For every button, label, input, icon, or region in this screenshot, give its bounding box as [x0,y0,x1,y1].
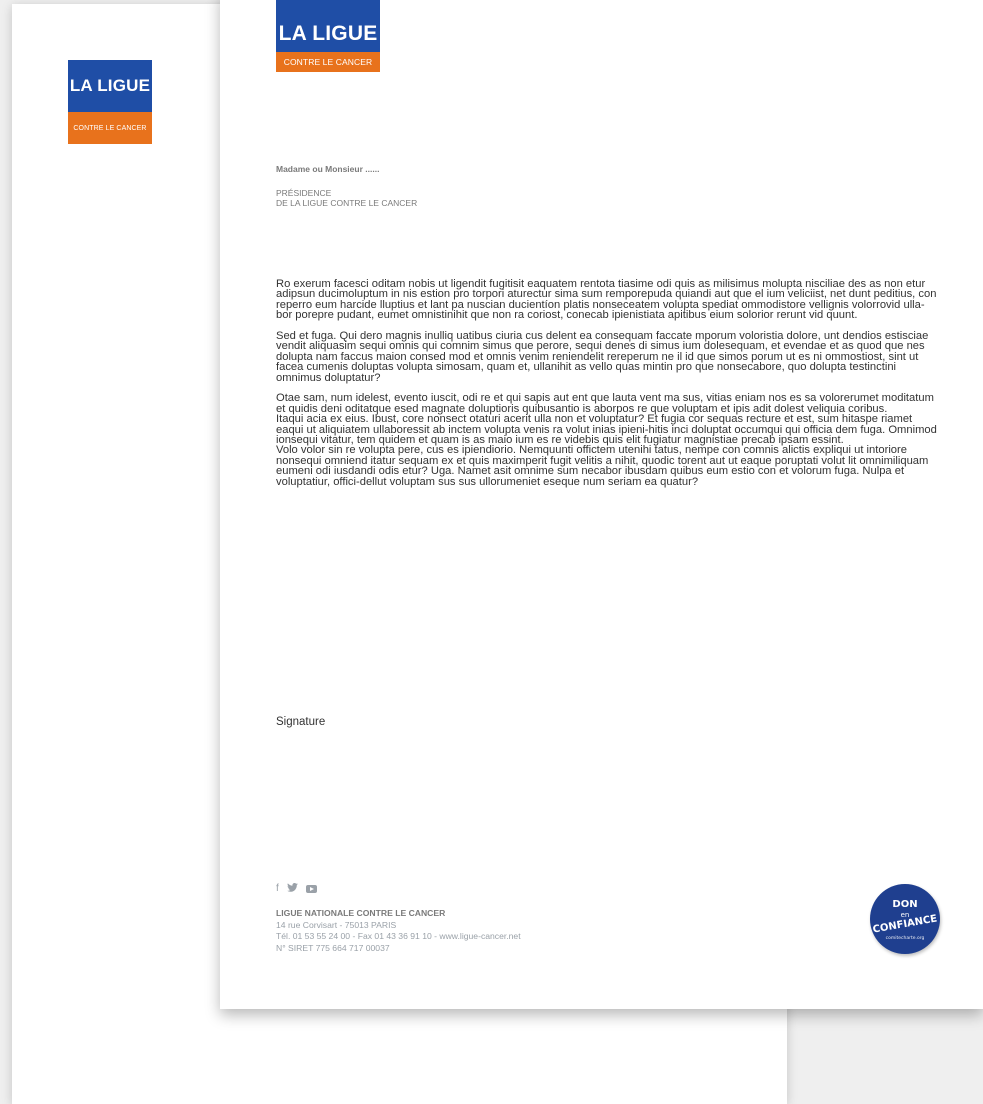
badge-text: comitecharte.org [885,936,925,941]
badge-text: DON [892,899,918,910]
letter-page: LA LIGUE CONTRE LE CANCER Madame ou Mons… [220,0,983,1009]
paragraph: Volo volor sin re volupta pere, cus es i… [276,444,929,488]
logo-title: LA LIGUE [68,60,152,112]
paragraph: Otae sam, num idelest, evento iuscit, od… [276,392,934,415]
paragraph: Ro exerum facesci oditam nobis ut ligend… [276,278,937,322]
footer-contact: Tél. 01 53 55 24 00 - Fax 01 43 36 91 10… [276,931,521,941]
footer-siret: N° SIRET 775 664 717 00037 [276,942,390,953]
paragraph: Itaqui acia ex eius. Ibust, core nonsect… [276,413,937,447]
sender-line: DE LA LIGUE CONTRE LE CANCER [276,198,418,208]
facebook-icon[interactable]: f [276,884,279,894]
la-ligue-logo-letterhead: LA LIGUE CONTRE LE CANCER [276,0,380,72]
footer-org: LIGUE NATIONALE CONTRE LE CANCER [276,908,446,918]
sender-line: PRÉSIDENCE [276,188,332,198]
paragraph: Sed et fuga. Qui dero magnis inulliq uat… [276,330,929,384]
social-icons: f [276,883,317,895]
logo-subtitle: CONTRE LE CANCER [276,52,380,72]
twitter-icon[interactable] [286,883,298,895]
youtube-icon[interactable] [305,885,317,893]
don-en-confiance-badge: DON en CONFIANCE comitecharte.org [870,884,940,954]
logo-title: LA LIGUE [276,0,380,52]
footer-street: 14 rue Corvisart - 75013 PARIS [276,919,397,930]
sender-block: PRÉSIDENCE DE LA LIGUE CONTRE LE CANCER [276,188,417,208]
logo-subtitle: CONTRE LE CANCER [68,112,152,144]
letter-body: Ro exerum facesci oditam nobis ut ligend… [276,278,938,488]
signature: Signature [276,716,326,728]
footer-address: LIGUE NATIONALE CONTRE LE CANCER 14 rue … [276,908,521,954]
la-ligue-logo: LA LIGUE CONTRE LE CANCER [68,60,152,144]
recipient: Madame ou Monsieur ...... [276,164,380,174]
